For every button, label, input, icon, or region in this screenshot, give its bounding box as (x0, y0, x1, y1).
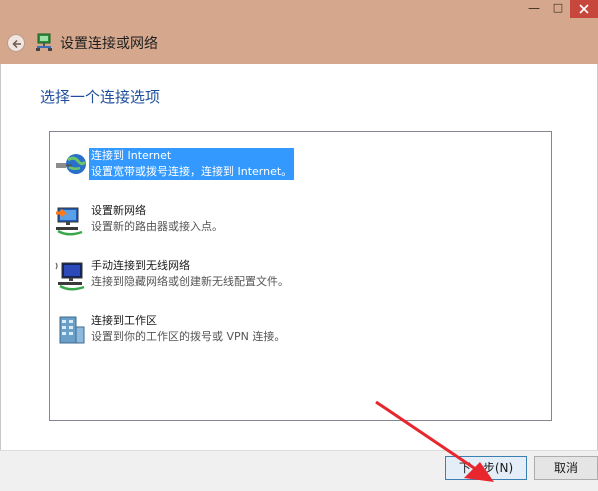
page-heading: 选择一个连接选项 (40, 88, 161, 106)
cancel-button[interactable]: 取消 (534, 456, 598, 480)
option-connect-internet[interactable]: 连接到 Internet 设置宽带或拨号连接，连接到 Internet。 (54, 148, 534, 192)
workplace-icon (59, 316, 85, 344)
title-bar (0, 0, 598, 64)
connection-options-list: 连接到 Internet 设置宽带或拨号连接，连接到 Internet。 设置新… (49, 131, 552, 421)
option-workplace[interactable]: 连接到工作区 设置到你的工作区的拨号或 VPN 连接。 (54, 313, 534, 357)
back-button[interactable] (7, 34, 25, 52)
option-description: 设置宽带或拨号连接，连接到 Internet。 (91, 165, 293, 178)
minimize-button[interactable]: — (520, 0, 548, 18)
network-icon (36, 33, 52, 51)
close-button[interactable] (570, 0, 598, 18)
annotation-arrow (375, 400, 494, 482)
option-new-network[interactable]: 设置新网络 设置新的路由器或接入点。 (54, 203, 534, 247)
option-title: 连接到工作区 (91, 314, 157, 327)
globe-network-icon (56, 154, 87, 174)
close-icon (579, 4, 589, 14)
new-network-icon (56, 207, 83, 236)
option-description: 连接到隐藏网络或创建新无线配置文件。 (91, 275, 289, 288)
option-manual-wireless[interactable]: 手动连接到无线网络 连接到隐藏网络或创建新无线配置文件。 (54, 258, 534, 302)
window-title: 设置连接或网络 (60, 36, 158, 52)
option-description: 设置到你的工作区的拨号或 VPN 连接。 (91, 330, 286, 343)
option-description: 设置新的路由器或接入点。 (91, 220, 223, 233)
maximize-button[interactable]: □ (548, 0, 568, 18)
option-title: 手动连接到无线网络 (91, 259, 190, 272)
back-arrow-icon (12, 39, 21, 49)
option-title: 设置新网络 (91, 204, 146, 217)
option-title: 连接到 Internet (91, 149, 172, 162)
wireless-network-icon (55, 262, 85, 291)
